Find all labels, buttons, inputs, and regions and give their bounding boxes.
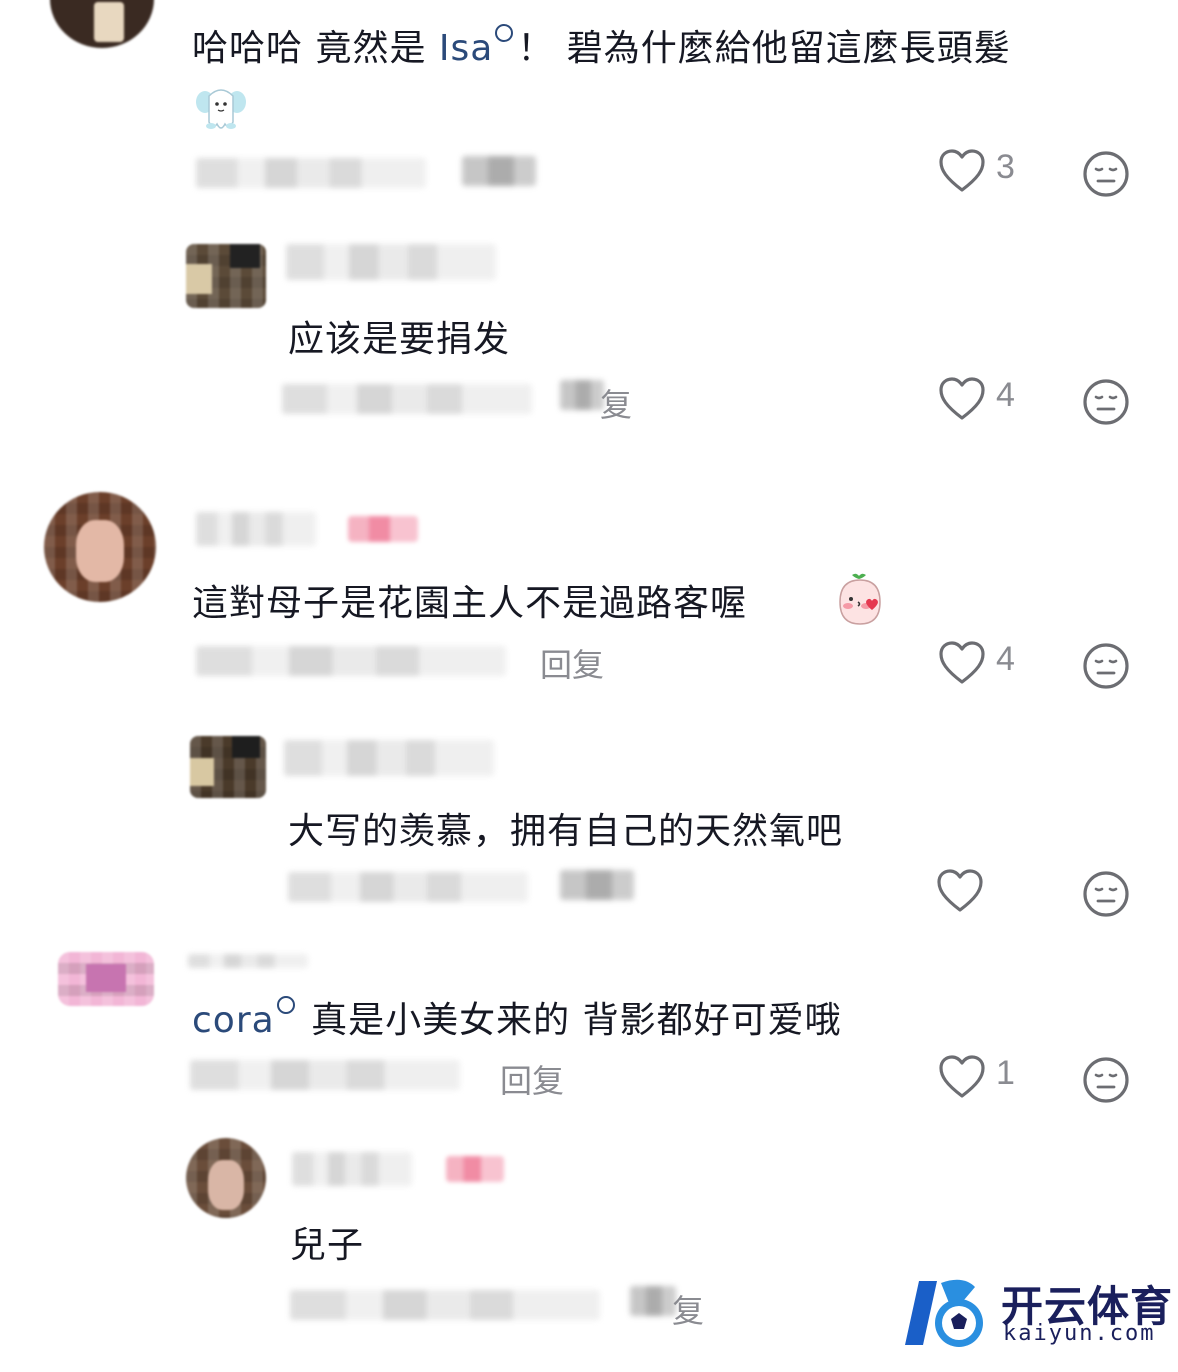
commenter-avatar[interactable]: [44, 492, 156, 602]
like-button[interactable]: 4: [938, 640, 1028, 690]
reply-label[interactable]: 复: [600, 380, 632, 426]
neutral-face-icon: [1083, 151, 1129, 197]
reply-button-blurred[interactable]: [560, 870, 634, 900]
author-badge-blurred: [348, 516, 418, 542]
commenter-name-blurred: [196, 512, 316, 546]
like-count: 3: [996, 148, 1015, 186]
heart-outline-icon: [939, 641, 985, 684]
reply-text: 兒子: [290, 1225, 365, 1266]
neutral-face-icon: [1083, 871, 1129, 917]
reply-meta-blurred: [282, 384, 532, 414]
dislike-button[interactable]: [1082, 150, 1130, 198]
replier-name-blurred: [284, 740, 494, 776]
heart-outline-icon: [937, 869, 983, 912]
soccer-ball-logo-icon: [905, 1279, 983, 1347]
search-icon: [276, 996, 295, 1014]
commenter-name-blurred: [188, 954, 308, 968]
reply-meta-blurred: [290, 1290, 600, 1320]
comment-text: 哈哈哈 竟然是 Isa！ 碧為什麼給他留這麼長頭髮: [192, 24, 1011, 71]
heart-outline-icon: [939, 149, 985, 192]
reply-text: 应该是要捐发: [288, 319, 511, 360]
like-count: 1: [996, 1054, 1015, 1092]
reply-text: 大写的羡慕，拥有自己的天然氧吧: [288, 811, 844, 852]
reply-meta-blurred: [288, 872, 528, 902]
reply-label[interactable]: 回复: [500, 1056, 564, 1102]
like-button[interactable]: 3: [938, 148, 1028, 198]
neutral-face-icon: [1083, 1057, 1129, 1103]
like-count: 4: [996, 376, 1015, 414]
like-button[interactable]: [936, 868, 1026, 918]
replier-name-blurred: [286, 244, 496, 280]
replier-avatar[interactable]: [186, 1138, 266, 1218]
search-icon: [495, 24, 514, 42]
watermark-url: kaiyun.com: [1003, 1321, 1156, 1346]
replier-name-blurred: [292, 1152, 412, 1186]
comment-meta-blurred: [190, 1060, 460, 1090]
reply-button-blurred[interactable]: [630, 1286, 676, 1316]
dislike-button[interactable]: [1082, 870, 1130, 918]
watermark-logo: 开云体育 kaiyun.com: [893, 1273, 1172, 1353]
dislike-button[interactable]: [1082, 1056, 1130, 1104]
reply-label[interactable]: 回复: [540, 640, 604, 686]
neutral-face-icon: [1083, 379, 1129, 425]
comment-meta-blurred: [196, 646, 506, 676]
commenter-avatar[interactable]: [50, 0, 154, 48]
replier-avatar[interactable]: [190, 736, 266, 798]
like-button[interactable]: 4: [938, 376, 1028, 426]
replier-avatar[interactable]: [186, 244, 266, 308]
dislike-button[interactable]: [1082, 378, 1130, 426]
mention-link[interactable]: cora: [192, 996, 299, 1041]
like-count: 4: [996, 640, 1015, 678]
heart-outline-icon: [939, 1055, 985, 1098]
sticker-ghost: [194, 82, 248, 136]
author-badge-blurred: [446, 1156, 504, 1182]
comment-text: cora 真是小美女来的 背影都好可爱哦: [192, 996, 842, 1043]
reply-button-blurred[interactable]: [462, 156, 536, 186]
comment-text: 這對母子是花園主人不是過路客喔: [192, 583, 748, 624]
reply-label[interactable]: 复: [672, 1286, 704, 1332]
comment-meta-blurred: [196, 158, 426, 188]
reply-button-blurred[interactable]: [560, 380, 604, 410]
sticker-blush-kiss: [832, 572, 888, 628]
neutral-face-icon: [1083, 643, 1129, 689]
commenter-avatar[interactable]: [58, 952, 154, 1006]
like-button[interactable]: 1: [938, 1054, 1028, 1104]
mention-link[interactable]: Isa: [439, 24, 517, 69]
heart-outline-icon: [939, 377, 985, 420]
dislike-button[interactable]: [1082, 642, 1130, 690]
